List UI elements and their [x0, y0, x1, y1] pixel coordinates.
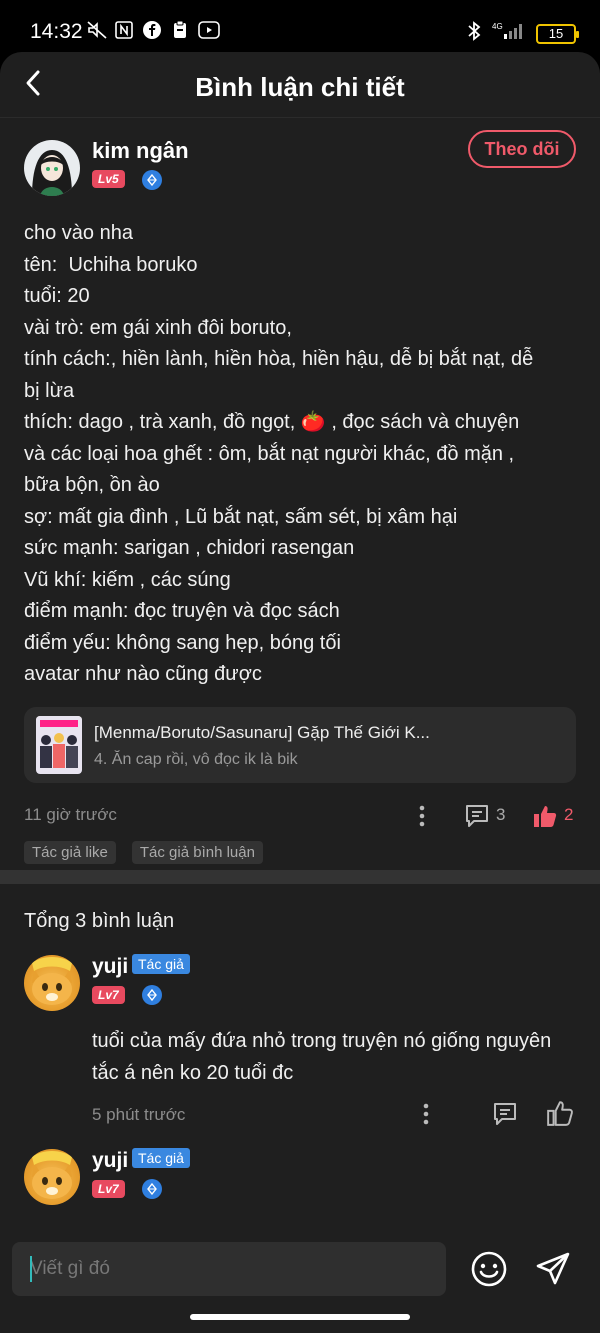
comment-item: yuji Tác giả Lv7 tuổi của mấy đứa nhỏ tr…	[24, 933, 576, 1133]
post-line: bị lừa	[24, 379, 75, 402]
comments-section: Tổng 3 bình luận yuji Tác giả Lv7 tuổi c…	[0, 884, 600, 1233]
post-line: và các loại hoa ghết : ôm, bắt nạt người…	[24, 442, 515, 465]
author-name[interactable]: kim ngân	[92, 138, 189, 164]
post-time: 11 giờ trước	[24, 804, 117, 824]
author-tag-badge: Tác giả	[132, 1148, 190, 1168]
level-badge: Lv5	[92, 170, 125, 188]
smiley-icon	[471, 1251, 507, 1287]
mute-icon	[86, 20, 107, 40]
post-line: tính cách:, hiền lành, hiền hòa, hiền hậ…	[24, 348, 534, 370]
reply-icon[interactable]	[492, 1101, 518, 1127]
status-system-icons: 4G 15	[466, 20, 579, 47]
comment-item: yuji Tác giả Lv7	[24, 1133, 576, 1233]
post-line: sức mạnh: sarigan , chidori rasengan	[24, 537, 355, 559]
section-divider	[0, 870, 600, 884]
post-line: điểm yếu: không sang hẹp, bóng tối	[24, 631, 341, 654]
author-tag-badge: Tác giả	[132, 954, 190, 974]
story-cover-thumbnail	[36, 715, 82, 774]
commenter-name[interactable]: yuji	[92, 1149, 128, 1173]
facebook-icon	[142, 20, 162, 40]
signal-icon: 4G	[490, 20, 528, 47]
commenter-avatar[interactable]	[24, 955, 80, 1011]
author-avatar[interactable]	[24, 140, 80, 196]
post-line: điểm mạnh: đọc truyện và đọc sách	[24, 600, 340, 622]
tag-author-commented: Tác giả bình luận	[131, 840, 263, 864]
comment-icon[interactable]	[464, 803, 490, 829]
battery-level: 15	[548, 26, 564, 41]
level-badge: Lv7	[92, 986, 125, 1004]
post-line: Vũ khí: kiếm , các súng	[24, 568, 231, 591]
comment-text: tuổi của mấy đứa nhỏ trong truyện nó giố…	[92, 1030, 552, 1084]
commenter-avatar[interactable]	[24, 1149, 80, 1205]
status-notification-icons	[86, 20, 220, 40]
story-title: [Menma/Boruto/Sasunaru] Gặp Thế Giới K..…	[94, 722, 430, 742]
home-indicator	[190, 1314, 410, 1320]
comment-time: 5 phút trước	[92, 1105, 186, 1124]
post-line: thích: dago , trà xanh, đồ ngọt, 🍅 , đọc…	[24, 411, 520, 433]
post-line: cho vào nha	[24, 222, 133, 244]
diamond-badge-icon	[142, 985, 162, 1005]
battery-icon: 15	[536, 23, 579, 44]
like-count: 2	[564, 804, 574, 824]
post-line: avatar như nào cũng được	[24, 663, 262, 685]
comment-total: Tổng 3 bình luận	[24, 910, 175, 932]
level-badge: Lv7	[92, 1180, 125, 1198]
post-line: tên: Uchiha boruko	[24, 253, 198, 276]
app-screen: Bình luận chi tiết kim ngân Lv5 Theo dõi	[0, 52, 600, 1333]
post-line: sợ: mất gia đình , Lũ bắt nạt, sấm sét, …	[24, 505, 458, 528]
tag-author-liked: Tác giả like	[24, 840, 116, 864]
like-outline-icon[interactable]	[546, 1099, 574, 1127]
clipboard-icon	[170, 20, 190, 40]
comment-count: 3	[496, 804, 506, 824]
post-line: vài trò: em gái xinh đôi boruto,	[24, 316, 292, 339]
screen-record-icon	[198, 20, 220, 40]
like-filled-icon[interactable]	[532, 803, 558, 829]
post-author-row: kim ngân Lv5 Theo dõi	[24, 118, 576, 196]
post-meta-row: 11 giờ trước 3 2	[24, 783, 576, 839]
bluetooth-icon	[466, 20, 482, 47]
nfc-icon	[114, 20, 134, 40]
emoji-button[interactable]	[470, 1250, 508, 1288]
post-content: cho vào nha tên: Uchiha boruko tuổi: 20 …	[24, 218, 576, 691]
more-options-icon[interactable]	[412, 803, 432, 829]
commenter-name[interactable]: yuji	[92, 955, 128, 979]
post-line: tuổi: 20	[24, 285, 90, 307]
send-button[interactable]	[534, 1250, 572, 1288]
diamond-badge-icon	[142, 1179, 162, 1199]
svg-text:4G: 4G	[492, 22, 503, 31]
comment-more-icon[interactable]	[416, 1101, 436, 1127]
post-line: bữa bộn, ồn ào	[24, 474, 160, 496]
story-chapter: 4. Ăn cap rồi, vô đọc ik là bik	[94, 750, 298, 768]
post-tags: Tác giả like Tác giả bình luận	[24, 840, 576, 864]
status-time: 14:32	[30, 20, 83, 43]
send-icon	[536, 1252, 570, 1285]
comment-input[interactable]: Viết gì đó	[12, 1242, 446, 1296]
page-title: Bình luận chi tiết	[195, 72, 405, 102]
diamond-badge-icon	[142, 170, 162, 190]
follow-button[interactable]: Theo dõi	[468, 130, 576, 168]
main-post: kim ngân Lv5 Theo dõi cho vào nha tên: U…	[0, 118, 600, 864]
story-card[interactable]: [Menma/Boruto/Sasunaru] Gặp Thế Giới K..…	[24, 706, 576, 783]
header: Bình luận chi tiết	[0, 52, 600, 118]
